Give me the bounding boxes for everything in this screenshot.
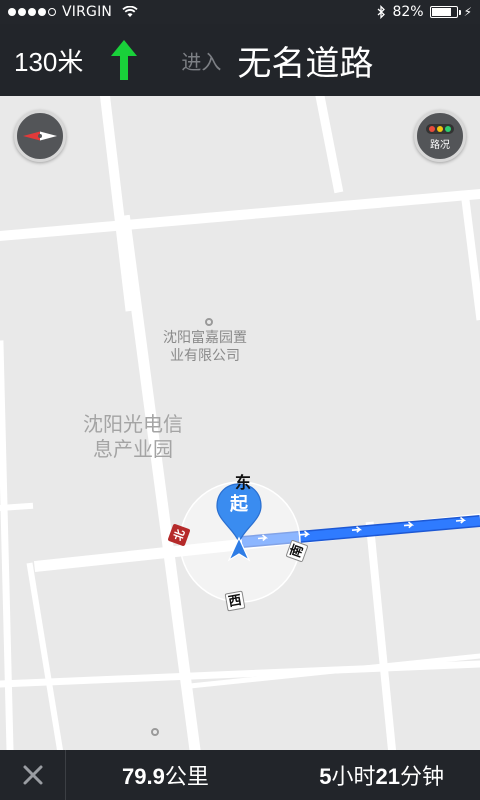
trip-summary-bar: 79.9公里 5小时21分钟 <box>0 750 480 800</box>
charging-bolt-icon: ⚡ <box>463 5 472 19</box>
area-label-line2: 息产业园 <box>93 437 173 461</box>
remaining-minutes: 21 <box>375 764 400 789</box>
remaining-hours: 5 <box>319 764 332 789</box>
poi-label-line2: 业有限公司 <box>170 347 240 364</box>
area-label: 沈阳光电信 息产业园 <box>60 412 206 462</box>
bluetooth-icon <box>377 5 386 19</box>
start-marker-label: 起 <box>230 494 248 515</box>
poi-label[interactable]: 沈阳富嘉园置 业有限公司 <box>150 330 260 365</box>
status-bar: VIRGIN 82% ⚡ <box>0 0 480 24</box>
area-label-line1: 沈阳光电信 <box>83 412 183 436</box>
exit-navigation-button[interactable] <box>0 750 66 800</box>
poi-marker-bottom[interactable] <box>151 728 159 736</box>
compass-button[interactable] <box>14 110 66 162</box>
close-icon <box>23 765 42 785</box>
direction-west-label: 西 <box>224 590 246 612</box>
map-view[interactable]: 沈阳富嘉园置 业有限公司 沈阳光电信 息产业园 路况 起 东 南 西 北 <box>0 96 480 750</box>
carrier-name: VIRGIN <box>62 4 113 20</box>
straight-arrow-icon <box>111 40 138 80</box>
remaining-time: 5小时21分钟 <box>319 759 444 791</box>
battery-percent: 82% <box>392 4 424 20</box>
traffic-button-label: 路况 <box>430 139 450 151</box>
enter-label: 进入 <box>181 49 222 74</box>
minutes-unit: 分钟 <box>399 765 444 790</box>
poi-marker[interactable] <box>205 318 213 326</box>
traffic-light-icon <box>426 123 454 134</box>
status-left: VIRGIN <box>8 4 138 20</box>
next-turn-distance: 130米 <box>14 46 84 77</box>
next-road-name: 无名道路 <box>237 43 374 84</box>
direction-east-label: 东 <box>234 473 251 492</box>
remaining-distance-unit: 公里 <box>164 765 209 790</box>
remaining-distance-value: 79.9 <box>122 764 165 789</box>
remaining-distance: 79.9公里 <box>122 759 209 791</box>
status-right: 82% ⚡ <box>377 4 472 20</box>
traffic-button[interactable]: 路况 <box>414 110 466 162</box>
signal-strength-icon <box>8 8 56 16</box>
battery-icon <box>429 6 461 18</box>
poi-label-line1: 沈阳富嘉园置 <box>163 330 247 346</box>
wifi-icon <box>122 6 138 17</box>
guidance-header: 130米 进入 无名道路 <box>0 24 480 96</box>
compass-needle-icon <box>23 131 57 141</box>
hours-unit: 小时 <box>331 765 376 790</box>
battery-fill <box>431 8 452 16</box>
